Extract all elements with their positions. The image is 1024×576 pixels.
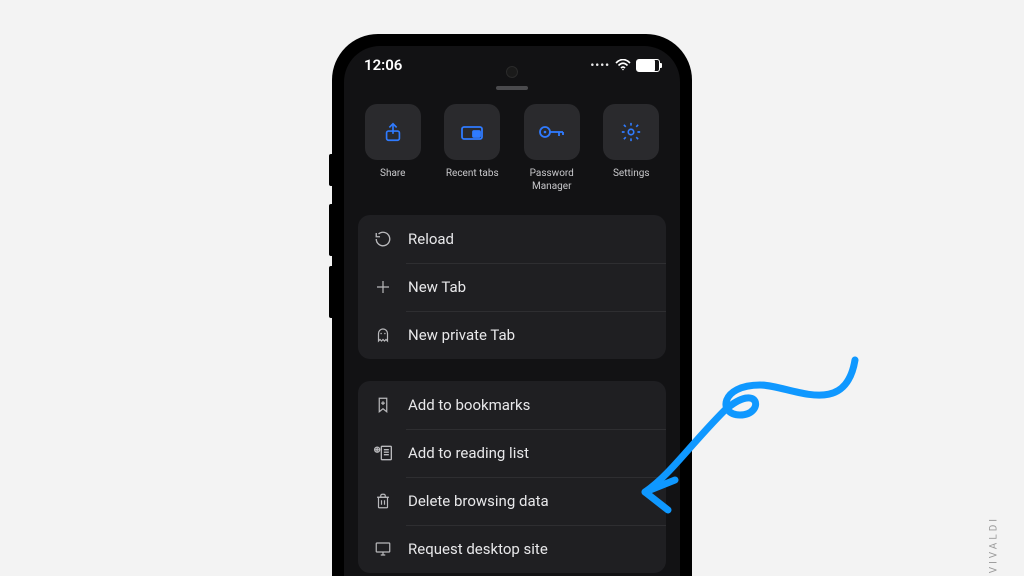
phone-screen: 12:06 •••• Share: [344, 46, 680, 576]
row-request-desktop[interactable]: Request desktop site: [358, 525, 666, 573]
tile-share[interactable]: Share: [358, 104, 428, 193]
tile-label: Share: [380, 168, 405, 192]
tile-label: Password Manager: [530, 168, 574, 193]
row-label: Request desktop site: [408, 540, 548, 558]
quick-tiles: Share Recent tabs Password Manager: [358, 104, 666, 193]
recent-tabs-icon: [460, 122, 484, 142]
row-delete-browsing-data[interactable]: Delete browsing data: [358, 477, 666, 525]
reload-icon: [372, 230, 394, 248]
tile-settings[interactable]: Settings: [597, 104, 667, 193]
row-reload[interactable]: Reload: [358, 215, 666, 263]
battery-icon: [636, 59, 660, 72]
row-add-bookmarks[interactable]: Add to bookmarks: [358, 381, 666, 429]
brand-text: VIVALDI: [988, 516, 999, 573]
sheet-grabber[interactable]: [496, 86, 528, 90]
tile-password-manager[interactable]: Password Manager: [517, 104, 587, 193]
cellular-icon: ••••: [590, 59, 610, 72]
reading-list-icon: [372, 444, 394, 462]
row-label: New Tab: [408, 278, 466, 296]
desktop-icon: [372, 540, 394, 558]
status-icons: ••••: [590, 59, 660, 72]
tile-recent-tabs[interactable]: Recent tabs: [438, 104, 508, 193]
row-new-tab[interactable]: New Tab: [358, 263, 666, 311]
row-label: New private Tab: [408, 326, 515, 344]
trash-icon: [372, 492, 394, 510]
row-label: Add to reading list: [408, 444, 529, 462]
row-label: Add to bookmarks: [408, 396, 530, 414]
menu-group-1: Reload New Tab New private Tab: [358, 215, 666, 359]
tile-label: Settings: [613, 168, 650, 192]
row-label: Reload: [408, 230, 454, 248]
tile-label: Recent tabs: [446, 168, 499, 192]
row-label: Delete browsing data: [408, 492, 549, 510]
ghost-icon: [372, 326, 394, 344]
front-camera: [506, 66, 518, 78]
row-add-reading-list[interactable]: Add to reading list: [358, 429, 666, 477]
bookmark-add-icon: [372, 396, 394, 414]
menu-group-2: Add to bookmarks Add to reading list Del…: [358, 381, 666, 573]
plus-icon: [372, 278, 394, 296]
wifi-icon: [615, 59, 631, 71]
gear-icon: [620, 121, 642, 143]
phone-frame: 12:06 •••• Share: [332, 34, 692, 576]
menu-sheet: Share Recent tabs Password Manager: [344, 86, 680, 573]
row-new-private-tab[interactable]: New private Tab: [358, 311, 666, 359]
brand-watermark: VIVALDI: [986, 516, 1000, 576]
clock: 12:06: [364, 56, 402, 74]
key-icon: [539, 124, 565, 140]
share-icon: [382, 121, 404, 143]
